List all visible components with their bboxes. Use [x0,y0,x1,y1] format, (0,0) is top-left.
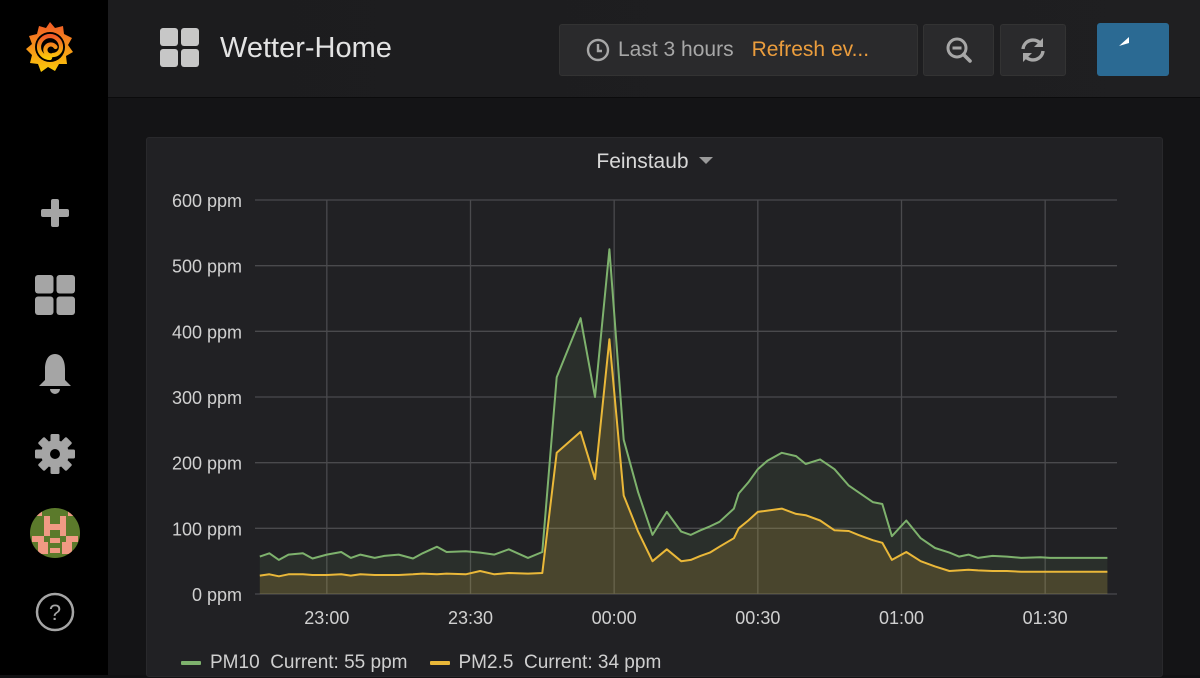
gear-icon[interactable] [34,433,76,475]
x-tick-label: 23:30 [448,608,493,628]
series-line-pm10 [259,248,1108,561]
plus-icon[interactable] [34,192,76,234]
legend-label-pm10: PM10 [210,652,260,673]
y-tick-label: 600 ppm [172,191,242,211]
dashboards-grid-icon[interactable] [34,274,76,316]
x-tick-label: 00:00 [592,608,637,628]
legend-current-pm10: Current: 55 ppm [270,652,408,673]
legend: PM10 Current: 55 ppm PM2.5 Current: 34 p… [181,648,683,678]
chart[interactable]: 0 ppm 100 ppm 200 ppm 300 ppm 400 ppm 500 ppm… [108,0,1200,675]
legend-swatch-pm25 [429,661,450,665]
legend-swatch-pm10 [181,661,201,665]
legend-label-pm25: PM2.5 [458,652,514,673]
legend-item-pm25[interactable]: PM2.5 Current: 34 ppm [429,652,662,674]
legend-item-pm10[interactable]: PM10 Current: 55 ppm [181,652,408,674]
area-pm10 [259,249,1108,595]
sidebar: ? [0,0,108,675]
y-tick-label: 300 ppm [172,388,242,408]
y-tick-label: 500 ppm [172,257,242,277]
y-tick-label: 200 ppm [172,454,242,474]
y-tick-label: 0 ppm [192,585,242,605]
help-question-icon[interactable]: ? [34,591,76,633]
grafana-logo-icon[interactable] [20,18,80,78]
bell-icon[interactable] [34,352,76,394]
legend-current-pm25: Current: 34 ppm [523,652,662,673]
x-tick-label: 23:00 [304,608,349,628]
x-tick-label: 01:00 [879,608,924,628]
x-tick-label: 01:30 [1023,608,1068,628]
y-tick-label: 100 ppm [172,519,242,539]
y-tick-label: 400 ppm [172,322,242,342]
main-area: Wetter-Home Last 3 hours Refresh ev... F… [108,0,1200,677]
x-tick-label: 00:30 [735,608,780,628]
svg-text:?: ? [49,600,61,625]
avatar[interactable] [30,508,80,558]
